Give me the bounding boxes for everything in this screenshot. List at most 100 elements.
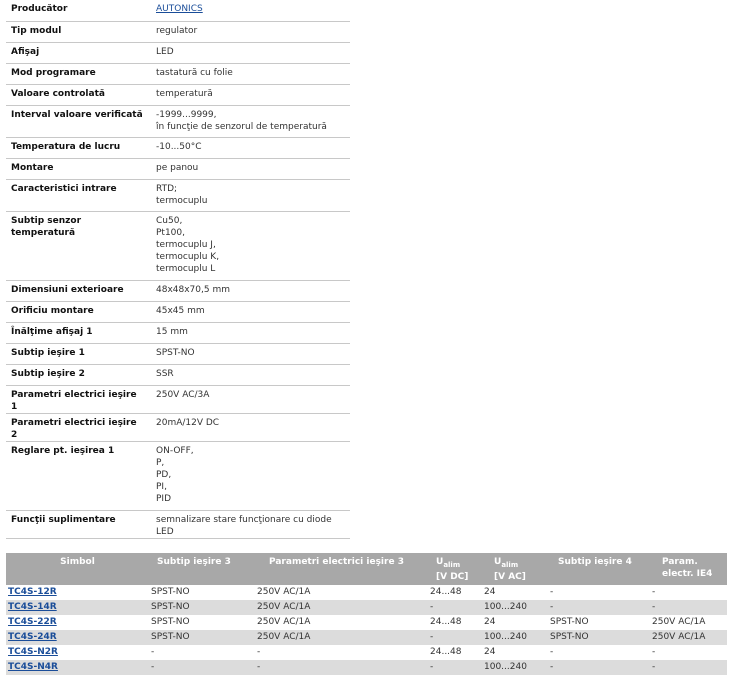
spec-label: Subtip ieşire 1 bbox=[6, 343, 149, 365]
spec-value-line: în funcţie de senzorul de temperatură bbox=[156, 121, 327, 132]
model-cell-params-3: 250V AC/1A bbox=[257, 586, 311, 597]
model-cell-u-dc: - bbox=[428, 599, 482, 615]
spec-value: RTD; termocuplu bbox=[149, 179, 350, 212]
spec-label: Valoare controlată bbox=[6, 84, 149, 106]
spec-value-line: LED bbox=[156, 46, 174, 57]
spec-value-line: SPST-NO bbox=[156, 347, 195, 358]
model-symbol-link[interactable]: TC4S-24R bbox=[8, 632, 57, 642]
spec-row: Dimensiuni exterioare 48x48x70,5 mm bbox=[6, 280, 350, 302]
model-row: TC4S-24R SPST-NO 250V AC/1A -100...240 SPST-… bbox=[6, 629, 727, 645]
spec-value-line: semnalizare stare funcţionare cu diode L… bbox=[156, 514, 332, 537]
spec-value-line: RTD; bbox=[156, 183, 178, 194]
header-params-3: Parametri electrici ieşire 3 bbox=[255, 553, 428, 585]
model-cell-symbol-link: TC4S-N4R bbox=[6, 659, 149, 675]
model-cell-params-4: - bbox=[652, 646, 656, 657]
model-cell-params-3: 250V AC/1A bbox=[257, 616, 311, 627]
spec-value: 250V AC/3A bbox=[149, 385, 350, 414]
spec-value-line: termocuplu bbox=[156, 195, 208, 206]
model-cell-u-dc: 24...48 bbox=[430, 646, 462, 657]
spec-value: SPST-NO bbox=[149, 343, 350, 365]
header-simbol: Simbol bbox=[6, 553, 149, 585]
spec-value-line: PI, bbox=[156, 481, 167, 492]
model-row: TC4S-14R SPST-NO 250V AC/1A -100...240- - bbox=[6, 599, 727, 615]
spec-row: Subtip ieşire 1 SPST-NO bbox=[6, 343, 350, 365]
model-cell-u-dc: 24...48 bbox=[430, 616, 462, 627]
spec-value: LED bbox=[149, 42, 350, 64]
model-cell-output-4: - bbox=[550, 646, 554, 657]
model-cell-output-3: - bbox=[149, 659, 255, 675]
model-cell-output-3: SPST-NO bbox=[149, 629, 255, 645]
model-cell-params-4: - bbox=[652, 586, 656, 597]
spec-value[interactable]: AUTONICS bbox=[149, 0, 350, 22]
spec-row: Valoare controlată temperatură bbox=[6, 84, 350, 106]
spec-row: Interval valoare verificată -1999...9999,… bbox=[6, 105, 350, 138]
model-symbol-link[interactable]: TC4S-14R bbox=[8, 602, 57, 612]
spec-value-line: Cu50, bbox=[156, 215, 183, 226]
spec-row: Temperatura de lucru -10...50°C bbox=[6, 137, 350, 159]
spec-value-line: termocuplu L bbox=[156, 263, 216, 274]
manufacturer-link[interactable]: AUTONICS bbox=[156, 3, 345, 15]
model-cell-params-4: 250V AC/1A bbox=[650, 629, 727, 645]
spec-value: temperatură bbox=[149, 84, 350, 106]
model-cell-output-4: - bbox=[548, 599, 650, 615]
model-cell-output-3: SPST-NO bbox=[151, 616, 190, 627]
models-table: Simbol Subtip ieşire 3 Parametri electri… bbox=[6, 553, 727, 675]
spec-label: Parametri electrici ieşire 1 bbox=[6, 385, 149, 414]
header-u-ac: Ualim [V AC] bbox=[482, 553, 548, 585]
spec-row: Subtip senzor temperatură Cu50, Pt100, term… bbox=[6, 211, 350, 281]
spec-value-line: P, bbox=[156, 457, 165, 468]
spec-value: tastatură cu folie bbox=[149, 63, 350, 85]
spec-label: Tip modul bbox=[6, 21, 149, 43]
header-params-4: Param. electr. IE4 bbox=[650, 553, 727, 585]
spec-value-line: termocuplu K, bbox=[156, 251, 220, 262]
spec-value-line: tastatură cu folie bbox=[156, 67, 233, 78]
spec-label: Înălţime afişaj 1 bbox=[6, 322, 149, 344]
models-header-row: Simbol Subtip ieşire 3 Parametri electri… bbox=[6, 553, 727, 585]
header-output-3: Subtip ieşire 3 bbox=[149, 553, 255, 585]
model-cell-params-4: 250V AC/1A bbox=[652, 616, 706, 627]
spec-value: SSR bbox=[149, 364, 350, 386]
spec-row: Parametri electrici ieşire 2 20mA/12V DC bbox=[6, 413, 350, 442]
spec-label: Afişaj bbox=[6, 42, 149, 64]
specifications-body: Producător AUTONICS Tip modul regulator Afiş… bbox=[6, 0, 350, 539]
model-cell-u-dc: - bbox=[428, 659, 482, 675]
model-symbol-link[interactable]: TC4S-N2R bbox=[8, 647, 58, 657]
model-row: TC4S-N4R - - -100...240- - bbox=[6, 659, 727, 675]
spec-value-line: regulator bbox=[156, 25, 198, 36]
spec-value: 15 mm bbox=[149, 322, 350, 344]
spec-label: Funcţii suplimentare bbox=[6, 510, 149, 539]
spec-label: Parametri electrici ieşire 2 bbox=[6, 413, 149, 442]
model-symbol-link[interactable]: TC4S-22R bbox=[8, 617, 57, 627]
spec-row: Reglare pt. ieşirea 1 ON-OFF, P, PD, PI, PID bbox=[6, 441, 350, 511]
spec-value-line: PD, bbox=[156, 469, 172, 480]
header-u-dc-unit: [V DC] bbox=[436, 571, 469, 582]
spec-value-line: ON-OFF, bbox=[156, 445, 194, 456]
spec-label: Producător bbox=[6, 0, 149, 22]
model-row: TC4S-N2R - - 24...48 24 - - bbox=[6, 645, 727, 660]
spec-value-line: termocuplu J, bbox=[156, 239, 216, 250]
model-row: TC4S-22R SPST-NO 250V AC/1A 24...48 24 SPST-N… bbox=[6, 615, 727, 630]
spec-value-line: Pt100, bbox=[156, 227, 185, 238]
spec-value: Cu50, Pt100, termocuplu J, termocuplu K, ter… bbox=[149, 211, 350, 281]
model-cell-u-ac: 24 bbox=[484, 646, 496, 657]
spec-value-line: -1999...9999, bbox=[156, 109, 217, 120]
spec-row: Producător AUTONICS bbox=[6, 0, 350, 22]
spec-row: Înălţime afişaj 1 15 mm bbox=[6, 322, 350, 344]
spec-value-line: 250V AC/3A bbox=[156, 389, 210, 400]
spec-value-line: 45x45 mm bbox=[156, 305, 205, 316]
model-cell-output-4: - bbox=[548, 659, 650, 675]
spec-label: Subtip ieşire 2 bbox=[6, 364, 149, 386]
spec-row: Parametri electrici ieşire 1 250V AC/3A bbox=[6, 385, 350, 414]
model-symbol-link[interactable]: TC4S-N4R bbox=[8, 662, 58, 672]
spec-label: Subtip senzor temperatură bbox=[6, 211, 149, 281]
spec-row: Funcţii suplimentare semnalizare stare fu… bbox=[6, 510, 350, 539]
model-cell-symbol-link: TC4S-24R bbox=[6, 629, 149, 645]
spec-label: Mod programare bbox=[6, 63, 149, 85]
spec-row: Montare pe panou bbox=[6, 158, 350, 180]
spec-value: 45x45 mm bbox=[149, 301, 350, 323]
model-cell-u-dc: 24...48 bbox=[430, 586, 462, 597]
model-cell-symbol-link: TC4S-12R bbox=[6, 585, 149, 600]
model-symbol-link[interactable]: TC4S-12R bbox=[8, 587, 57, 597]
spec-value-line: -10...50°C bbox=[156, 141, 202, 152]
model-row: TC4S-12R SPST-NO 250V AC/1A 24...48 24 - - bbox=[6, 585, 727, 600]
